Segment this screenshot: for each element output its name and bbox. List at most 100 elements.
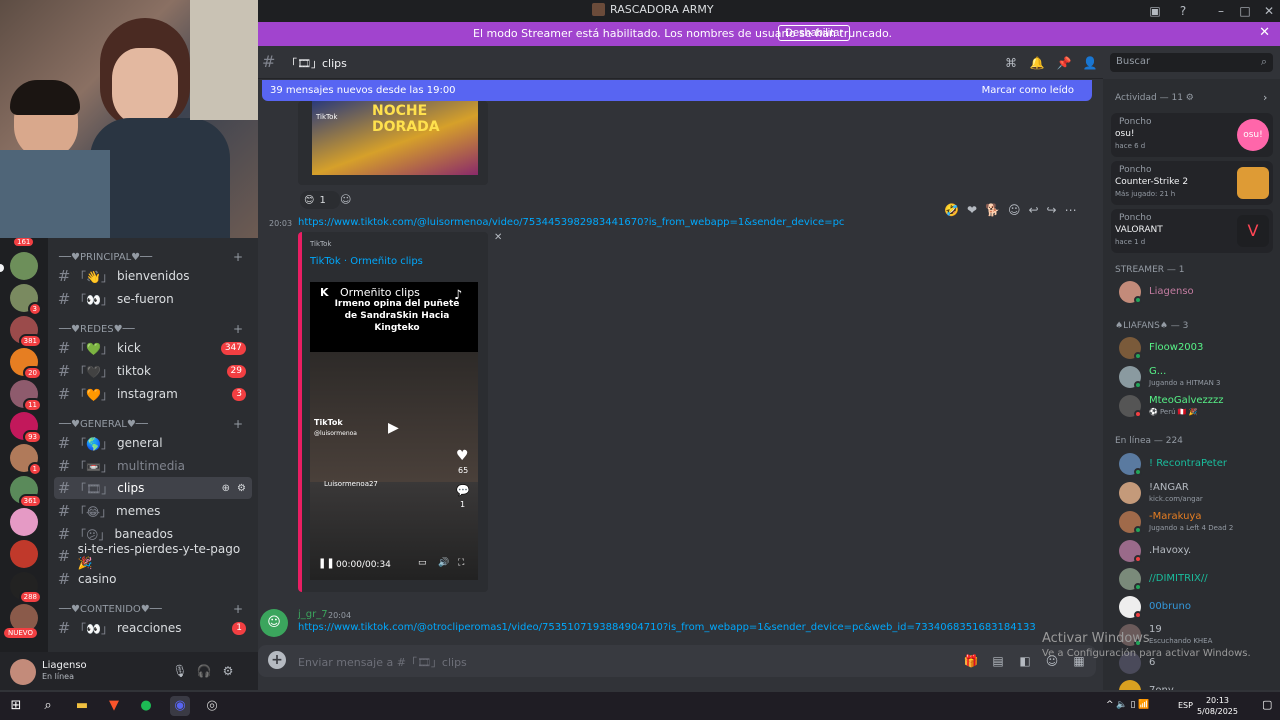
pause-icon[interactable]: ❚❚: [318, 558, 335, 569]
volume-icon[interactable]: 🔊: [438, 558, 449, 568]
member-item[interactable]: Floow2003: [1119, 335, 1279, 363]
video-thumbnail[interactable]: TikTok NOCHE DORADA: [312, 101, 478, 175]
disable-streamer-button[interactable]: Deshabilitar: [778, 25, 851, 41]
add-channel-icon[interactable]: +: [233, 417, 243, 431]
message-composer[interactable]: + Enviar mensaje a #「🎞」clips 🎁 ▤ ◧ ☺ ▦: [258, 645, 1096, 677]
embed-title[interactable]: TikTok · Ormeñito clips: [310, 256, 423, 267]
play-icon[interactable]: ▶: [388, 420, 399, 436]
channel-bienvenidos[interactable]: # 「👋」 bienvenidos: [54, 265, 252, 287]
channel-si-te-ries[interactable]: # si-te-ries-pierdes-y-te-pago🎉: [54, 542, 252, 570]
message-author[interactable]: j_gr_7: [298, 609, 328, 620]
close-embed-icon[interactable]: ✕: [494, 232, 502, 243]
chevron-right-icon[interactable]: ›: [1263, 91, 1267, 104]
clock[interactable]: 20:13 5/08/2025: [1197, 695, 1238, 717]
server-icon[interactable]: 3: [10, 284, 42, 316]
server-icon[interactable]: 381: [10, 316, 42, 348]
member-item[interactable]: !ANGAR kick.com/angar: [1119, 480, 1279, 508]
banner-close-icon[interactable]: ✕: [1259, 25, 1270, 40]
member-item[interactable]: G... Jugando a HITMAN 3: [1119, 364, 1279, 392]
fullscreen-icon[interactable]: ⛶: [458, 558, 464, 568]
minimize-button[interactable]: –: [1212, 2, 1230, 20]
activity-card[interactable]: Poncho osu! hace 6 d osu!: [1111, 113, 1273, 157]
server-icon[interactable]: [10, 252, 38, 280]
add-reaction-icon[interactable]: ☺: [1008, 203, 1021, 217]
server-icon[interactable]: [10, 540, 38, 568]
windows-start-icon[interactable]: ⊞: [6, 696, 26, 716]
category-general[interactable]: ──♥GENERAL♥── +: [59, 417, 249, 431]
inbox-icon[interactable]: ▣: [1146, 2, 1164, 20]
channel-tiktok[interactable]: # 「🖤」 tiktok 29: [54, 360, 252, 382]
gift-icon[interactable]: 🎁: [963, 653, 979, 669]
pin-icon[interactable]: 📌: [1055, 54, 1073, 72]
discord-icon[interactable]: ◉: [170, 696, 190, 716]
laugh-emoji-icon[interactable]: 🤣: [944, 203, 959, 217]
server-icon[interactable]: 1: [10, 444, 42, 476]
category-redes[interactable]: ──♥REDES♥── +: [59, 322, 249, 336]
channel-casino[interactable]: # casino: [54, 568, 252, 590]
tray-icons[interactable]: ^ 🔈 ▯ 📶: [1106, 700, 1150, 710]
member-item[interactable]: MteoGalvezzzz ⚽ Perú 🇵🇪 🎉: [1119, 393, 1279, 421]
member-item[interactable]: ! RecontraPeter: [1119, 451, 1279, 479]
add-reaction-icon[interactable]: ☺: [340, 193, 351, 206]
channel-kick[interactable]: # 「💚」 kick 347: [54, 337, 252, 359]
channel-instagram[interactable]: # 「🧡」 instagram 3: [54, 383, 252, 405]
member-item[interactable]: 7ony: [1119, 678, 1279, 690]
file-explorer-icon[interactable]: ▬: [72, 696, 92, 716]
activity-card[interactable]: Poncho VALORANT hace 1 d V: [1111, 209, 1273, 253]
member-item[interactable]: Liagenso: [1119, 279, 1279, 307]
new-messages-bar[interactable]: 39 mensajes nuevos desde las 19:00 Marca…: [262, 80, 1092, 101]
add-channel-icon[interactable]: +: [233, 602, 243, 616]
add-member-icon[interactable]: ⊕: [222, 483, 230, 494]
close-window-button[interactable]: ✕: [1260, 2, 1278, 20]
headphones-icon[interactable]: 🎧: [194, 661, 214, 681]
server-icon[interactable]: 288: [10, 572, 42, 604]
help-icon[interactable]: ?: [1174, 2, 1192, 20]
gif-icon[interactable]: ▤: [990, 653, 1006, 669]
category-principal[interactable]: ──♥PRINCIPAL♥── +: [59, 250, 249, 264]
notification-icon[interactable]: ▢: [1262, 698, 1272, 711]
channel-reacciones[interactable]: # 「👀」 reacciones 1: [54, 617, 252, 639]
settings-icon[interactable]: ⚙: [218, 661, 238, 681]
channel-multimedia[interactable]: # 「📼」 multimedia: [54, 455, 252, 477]
mark-read-button[interactable]: Marcar como leído: [982, 85, 1074, 96]
threads-icon[interactable]: ⌘: [1002, 54, 1020, 72]
search-input[interactable]: Buscar ⌕: [1110, 53, 1273, 72]
activity-card[interactable]: Poncho Counter-Strike 2 Más jugado: 21 h: [1111, 161, 1273, 205]
more-icon[interactable]: ⋯: [1065, 203, 1077, 217]
message-link[interactable]: https://www.tiktok.com/@luisormenoa/vide…: [298, 217, 844, 228]
video-player[interactable]: K Ormeñito clips Irmeno opina del puñete…: [310, 282, 478, 580]
captions-icon[interactable]: ▭: [418, 558, 427, 568]
members-icon[interactable]: 👤: [1081, 54, 1099, 72]
forward-icon[interactable]: ↪: [1047, 203, 1057, 217]
add-channel-icon[interactable]: +: [233, 250, 243, 264]
reply-icon[interactable]: ↩: [1028, 203, 1038, 217]
category-contenido[interactable]: ──♥CONTENIDO♥── +: [59, 602, 249, 616]
maximize-button[interactable]: □: [1236, 2, 1254, 20]
channel-memes[interactable]: # 「😂」 memes: [54, 500, 252, 522]
avatar[interactable]: ☺: [260, 609, 288, 637]
comment-icon[interactable]: 💬: [456, 484, 470, 497]
language-indicator[interactable]: ESP: [1178, 701, 1193, 710]
member-item[interactable]: -Marakuya Jugando a Left 4 Dead 2: [1119, 509, 1279, 537]
server-icon[interactable]: [10, 508, 38, 536]
spotify-icon[interactable]: ●: [136, 696, 156, 716]
server-icon[interactable]: 11: [10, 380, 42, 412]
brave-icon[interactable]: ▼: [104, 696, 124, 716]
gear-icon[interactable]: ⚙: [237, 483, 246, 494]
avatar[interactable]: [10, 659, 36, 685]
dog-emoji-icon[interactable]: 🐕: [985, 203, 1000, 217]
channel-clips[interactable]: # 「🎞」 clips ⊕ ⚙: [54, 477, 252, 499]
server-icon[interactable]: 20: [10, 348, 42, 380]
message-link[interactable]: https://www.tiktok.com/@otrocliperomas1/…: [298, 622, 1036, 633]
heart-emoji-icon[interactable]: ❤: [967, 203, 977, 217]
member-item[interactable]: .Havoxy.: [1119, 538, 1279, 566]
sticker-icon[interactable]: ◧: [1017, 653, 1033, 669]
search-icon[interactable]: ⌕: [38, 696, 58, 716]
member-item[interactable]: 00bruno: [1119, 594, 1279, 622]
server-icon[interactable]: 361: [10, 476, 42, 508]
add-channel-icon[interactable]: +: [233, 322, 243, 336]
add-attachment-icon[interactable]: +: [268, 651, 286, 669]
like-icon[interactable]: ♥: [456, 448, 469, 464]
obs-icon[interactable]: ◎: [202, 696, 222, 716]
bell-icon[interactable]: 🔔: [1028, 54, 1046, 72]
